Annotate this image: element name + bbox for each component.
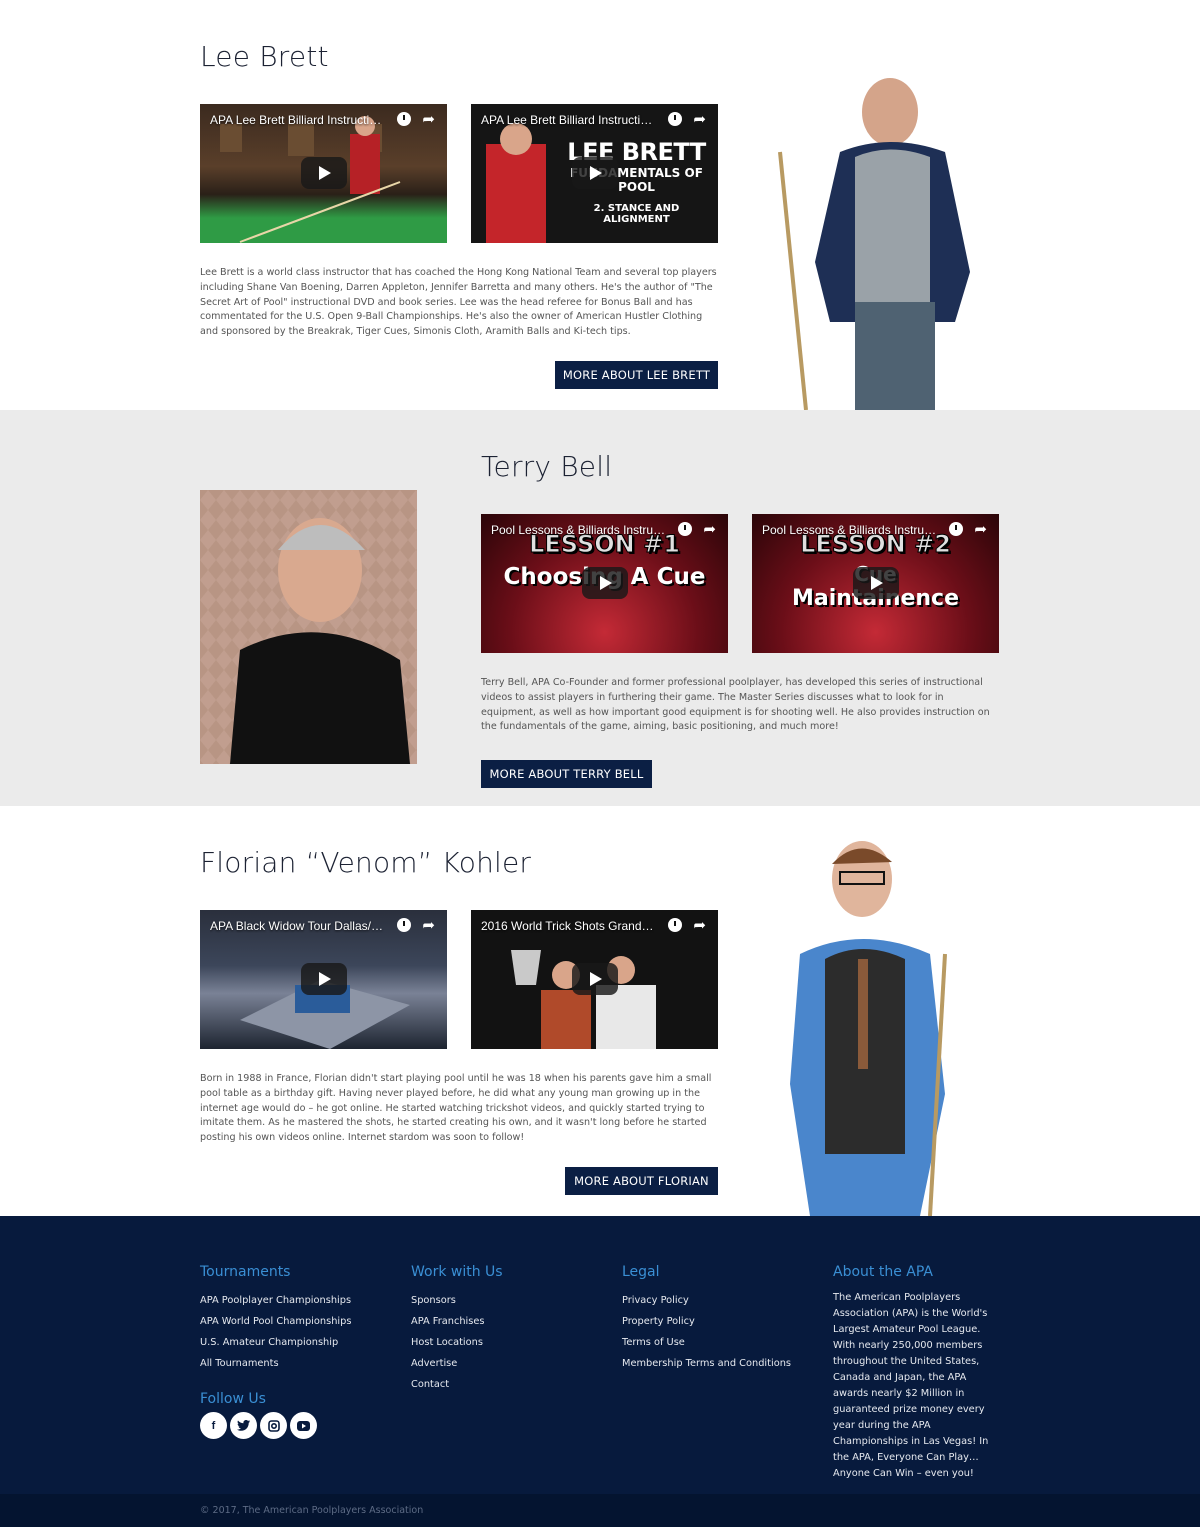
instructor-photo (778, 78, 970, 410)
footer-link[interactable]: Membership Terms and Conditions (622, 1353, 791, 1374)
footer-legal: Legal Privacy Policy Property Policy Ter… (622, 1264, 791, 1374)
about-text: The American Poolplayers Association (AP… (833, 1292, 989, 1479)
instructor-bio: Lee Brett is a world class instructor th… (200, 267, 717, 338)
instructor-section-florian-kohler: Florian “Venom” Kohler APA Black Widow T… (0, 806, 1200, 1216)
copyright-bar: © 2017, The American Poolplayers Associa… (0, 1494, 1200, 1527)
site-footer: Tournaments APA Poolplayer Championships… (0, 1216, 1200, 1494)
play-button[interactable] (582, 567, 628, 599)
copyright-text: © 2017, The American Poolplayers Associa… (200, 1505, 424, 1516)
watch-later-icon[interactable] (397, 918, 411, 932)
social-icons: f (200, 1412, 317, 1439)
facebook-icon[interactable]: f (200, 1412, 227, 1439)
video-title: Pool Lessons & Billiards Instruct... (762, 523, 937, 537)
footer-link[interactable]: U.S. Amateur Championship (200, 1332, 351, 1353)
video-thumbnail[interactable]: LEE BRETT FUNDAMENTALS OF POOL 2. STANCE… (471, 104, 718, 243)
watch-later-icon[interactable] (678, 522, 692, 536)
footer-link[interactable]: Host Locations (411, 1332, 503, 1353)
video-title: APA Black Widow Tour Dallas/M... (210, 919, 385, 933)
footer-link[interactable]: Privacy Policy (622, 1290, 791, 1311)
footer-link[interactable]: APA Poolplayer Championships (200, 1290, 351, 1311)
instructor-bio: Terry Bell, APA Co-Founder and former pr… (481, 677, 990, 733)
footer-link[interactable]: Contact (411, 1374, 503, 1395)
video-thumbnail[interactable]: APA Lee Brett Billiard Instructio... ➦ (200, 104, 447, 243)
footer-heading: Work with Us (411, 1264, 503, 1280)
watch-later-icon[interactable] (397, 112, 411, 126)
watch-later-icon[interactable] (668, 112, 682, 126)
youtube-icon[interactable] (290, 1412, 317, 1439)
footer-link[interactable]: Sponsors (411, 1290, 503, 1311)
share-icon[interactable]: ➦ (974, 520, 987, 538)
share-icon[interactable]: ➦ (693, 916, 706, 934)
instructor-bio: Born in 1988 in France, Florian didn't s… (200, 1073, 712, 1144)
instructor-photo (200, 490, 417, 764)
video-thumbnail[interactable]: LESSON #1 Choosing A Cue Pool Lessons & … (481, 514, 728, 653)
share-icon[interactable]: ➦ (422, 916, 435, 934)
footer-heading: About the APA (833, 1264, 933, 1280)
footer-link[interactable]: APA Franchises (411, 1311, 503, 1332)
footer-work-with-us: Work with Us Sponsors APA Franchises Hos… (411, 1264, 503, 1395)
instructor-name: Terry Bell (481, 450, 613, 483)
video-title: APA Lee Brett Billiard Instructio... (210, 113, 385, 127)
footer-link[interactable]: Advertise (411, 1353, 503, 1374)
footer-link[interactable]: Property Policy (622, 1311, 791, 1332)
watch-later-icon[interactable] (668, 918, 682, 932)
instagram-icon[interactable] (260, 1412, 287, 1439)
footer-heading: Legal (622, 1264, 660, 1280)
footer-about: About the APA The American Poolplayers A… (833, 1264, 1003, 1482)
watch-later-icon[interactable] (949, 522, 963, 536)
footer-link[interactable]: APA World Pool Championships (200, 1311, 351, 1332)
instructor-name: Lee Brett (200, 40, 329, 73)
more-about-button[interactable]: MORE ABOUT TERRY BELL (481, 760, 652, 788)
share-icon[interactable]: ➦ (422, 110, 435, 128)
video-title: Pool Lessons & Billiards Instruct... (491, 523, 666, 537)
video-title: APA Lee Brett Billiard Instructio... (481, 113, 656, 127)
share-icon[interactable]: ➦ (693, 110, 706, 128)
footer-link[interactable]: All Tournaments (200, 1353, 351, 1374)
footer-link[interactable]: Terms of Use (622, 1332, 791, 1353)
instructor-photo (790, 841, 947, 1216)
follow-us-heading: Follow Us (200, 1391, 266, 1407)
play-button[interactable] (301, 157, 347, 189)
footer-heading: Tournaments (200, 1264, 291, 1280)
more-about-button[interactable]: MORE ABOUT FLORIAN (565, 1167, 718, 1195)
video-thumbnail[interactable]: 2016 World Trick Shots Grand P... ➦ (471, 910, 718, 1049)
play-button[interactable] (572, 963, 618, 995)
play-button[interactable] (301, 963, 347, 995)
play-button[interactable] (572, 157, 618, 189)
instructor-section-lee-brett: Lee Brett APA Lee Brett Billiard Instruc… (0, 0, 1200, 410)
video-title: 2016 World Trick Shots Grand P... (481, 919, 656, 933)
video-thumbnail[interactable]: LESSON #2 Cue Maintainence Pool Lessons … (752, 514, 999, 653)
share-icon[interactable]: ➦ (703, 520, 716, 538)
footer-tournaments: Tournaments APA Poolplayer Championships… (200, 1264, 351, 1374)
play-button[interactable] (853, 567, 899, 599)
instructor-section-terry-bell: Terry Bell LESSON #1 Choosing A Cue Pool… (0, 410, 1200, 806)
more-about-button[interactable]: MORE ABOUT LEE BRETT (555, 361, 718, 389)
video-thumbnail[interactable]: APA Black Widow Tour Dallas/M... ➦ (200, 910, 447, 1049)
instructor-name: Florian “Venom” Kohler (200, 846, 532, 879)
twitter-icon[interactable] (230, 1412, 257, 1439)
